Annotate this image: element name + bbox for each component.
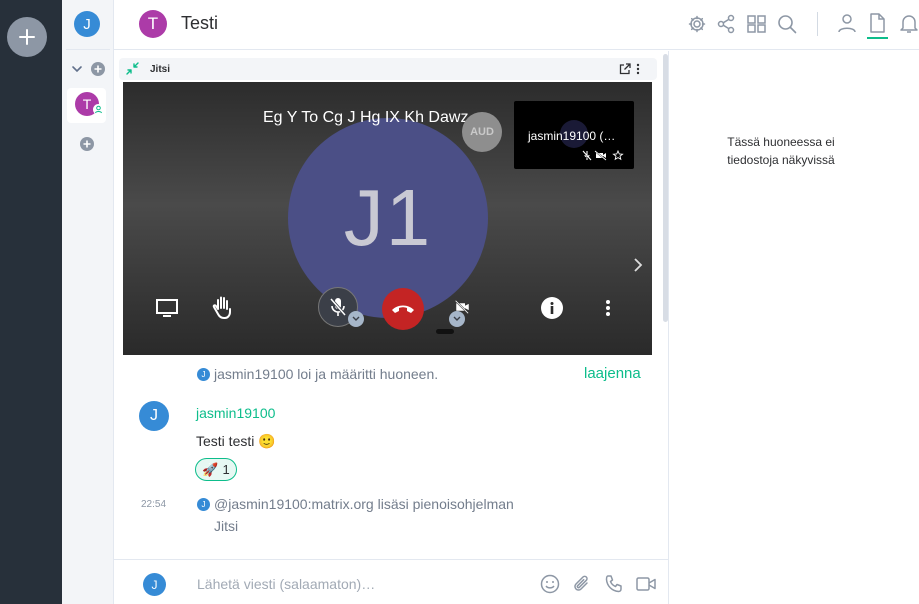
explore-rooms-button[interactable] [80,137,94,151]
camera-options-chevron-icon[interactable] [449,311,465,327]
empty-files-message: Tässä huoneessa ei tiedostoja näkyvissä [727,135,835,167]
divider [66,49,110,50]
sender-name[interactable]: jasmin19100 [196,405,275,421]
plus-icon [19,29,35,45]
phone-hangup-icon [392,305,414,313]
toolbar-scroll-indicator [436,329,454,334]
plus-icon [83,140,91,148]
widget-added-event: @jasmin19100:matrix.org lisäsi pienoisoh… [214,496,514,512]
widget-title-bar [119,58,657,80]
chevron-right-icon[interactable] [633,258,643,272]
files-icon[interactable] [866,12,888,34]
user-badge-icon [93,104,104,115]
apps-icon[interactable] [746,13,768,35]
widget-menu-icon[interactable] [636,63,640,75]
participant-initials: J1 [343,173,433,262]
hangup-button[interactable] [382,288,424,330]
mic-options-chevron-icon[interactable] [348,311,364,327]
event-avatar: J [197,498,210,511]
room-header [114,0,919,50]
microphone-muted-icon [329,298,347,316]
more-options-icon[interactable] [602,298,614,318]
space-rail [0,0,62,604]
message-input[interactable] [190,572,520,596]
widget-title: Jitsi [150,64,171,75]
user-menu-avatar[interactable]: J [74,11,100,37]
room-avatar[interactable]: T [139,10,167,38]
screen-share-icon[interactable] [155,297,179,319]
thumbnail-status-icons [582,150,626,161]
widget-added-name: Jitsi [214,518,239,534]
minimize-widget-icon[interactable] [126,62,139,75]
plus-icon [94,65,102,73]
message-body: Testi testi 🙂 [196,433,276,449]
voice-call-icon[interactable] [604,574,624,594]
composer-avatar: J [143,573,166,596]
event-timestamp: 22:54 [141,499,167,510]
reaction-emoji: 🚀 [202,461,219,477]
reaction-count: 1 [222,462,230,477]
popout-icon[interactable] [619,63,631,75]
expand-link[interactable]: laajenna [584,365,641,382]
people-icon[interactable] [836,12,858,34]
add-room-button[interactable] [91,62,105,76]
jitsi-video-area[interactable]: J1 Eg Y To Cg J Hg IX Kh Dawz… AUD jasmi… [123,82,652,355]
event-avatar: J [197,368,210,381]
collapse-rooms-chevron-icon[interactable] [70,62,84,76]
info-icon[interactable] [541,297,563,319]
attachment-icon[interactable] [572,574,592,594]
sender-avatar[interactable]: J [139,401,169,431]
emoji-icon[interactable] [540,574,560,594]
notifications-icon[interactable] [898,12,919,34]
audio-badge: AUD [462,112,502,152]
thumbnail-name: jasmin19100 (… [528,129,616,143]
settings-icon[interactable] [686,13,708,35]
room-title[interactable]: Testi [181,13,218,34]
search-icon[interactable] [776,13,798,35]
video-call-icon[interactable] [636,575,656,593]
create-space-button[interactable] [7,17,47,57]
share-icon[interactable] [715,13,737,35]
self-view-thumbnail[interactable]: jasmin19100 (… [514,101,634,169]
raise-hand-icon[interactable] [211,295,235,321]
room-created-event: jasmin19100 loi ja määritti huoneen. [214,366,439,382]
active-tab-indicator [867,37,888,39]
header-separator [817,12,818,36]
reaction-pill[interactable]: 🚀 1 [195,458,237,481]
